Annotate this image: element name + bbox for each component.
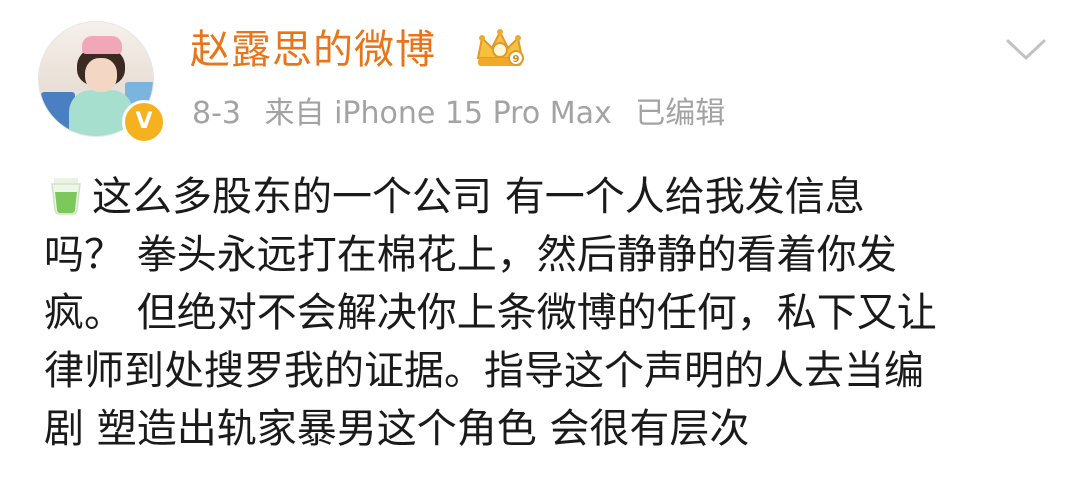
post-source: 来自 iPhone 15 Pro Max: [264, 96, 612, 131]
post-line-4: 律师到处搜罗我的证据。指导这个声明的人去当编: [44, 348, 924, 394]
edited-label[interactable]: 已编辑: [635, 96, 725, 131]
verified-badge-icon: V: [122, 100, 166, 144]
post-line-5: 剧 塑造出轨家暴男这个角色 会很有层次: [44, 406, 750, 452]
svg-text:9: 9: [513, 54, 520, 65]
weibo-post: V 赵露思的微博 9 8-3 来自 iPhone 15 Pro Max 已编辑 …: [0, 0, 1080, 484]
avatar-container[interactable]: V: [38, 21, 166, 144]
post-content: 这么多股东的一个公司 有一个人给我发信息 吗？ 拳头永远打在棉花上，然后静静的看…: [44, 168, 1044, 458]
username[interactable]: 赵露思的微博: [190, 22, 436, 78]
post-line-1: 这么多股东的一个公司 有一个人给我发信息: [44, 168, 1044, 226]
avatar-visor: [82, 36, 122, 54]
tea-cup-icon: [51, 178, 81, 215]
post-line-2: 吗？ 拳头永远打在棉花上，然后静静的看着你发: [44, 232, 897, 278]
post-text-line-1: 这么多股东的一个公司 有一个人给我发信息: [92, 174, 865, 220]
crown-icon[interactable]: 9: [472, 28, 528, 72]
post-line-3: 疯。 但绝对不会解决你上条微博的任何，私下又让: [44, 290, 937, 336]
post-date: 8-3: [192, 96, 241, 131]
chevron-down-icon[interactable]: [1004, 36, 1048, 64]
avatar-face: [85, 58, 117, 92]
post-meta: 8-3 来自 iPhone 15 Pro Max 已编辑: [192, 92, 739, 136]
